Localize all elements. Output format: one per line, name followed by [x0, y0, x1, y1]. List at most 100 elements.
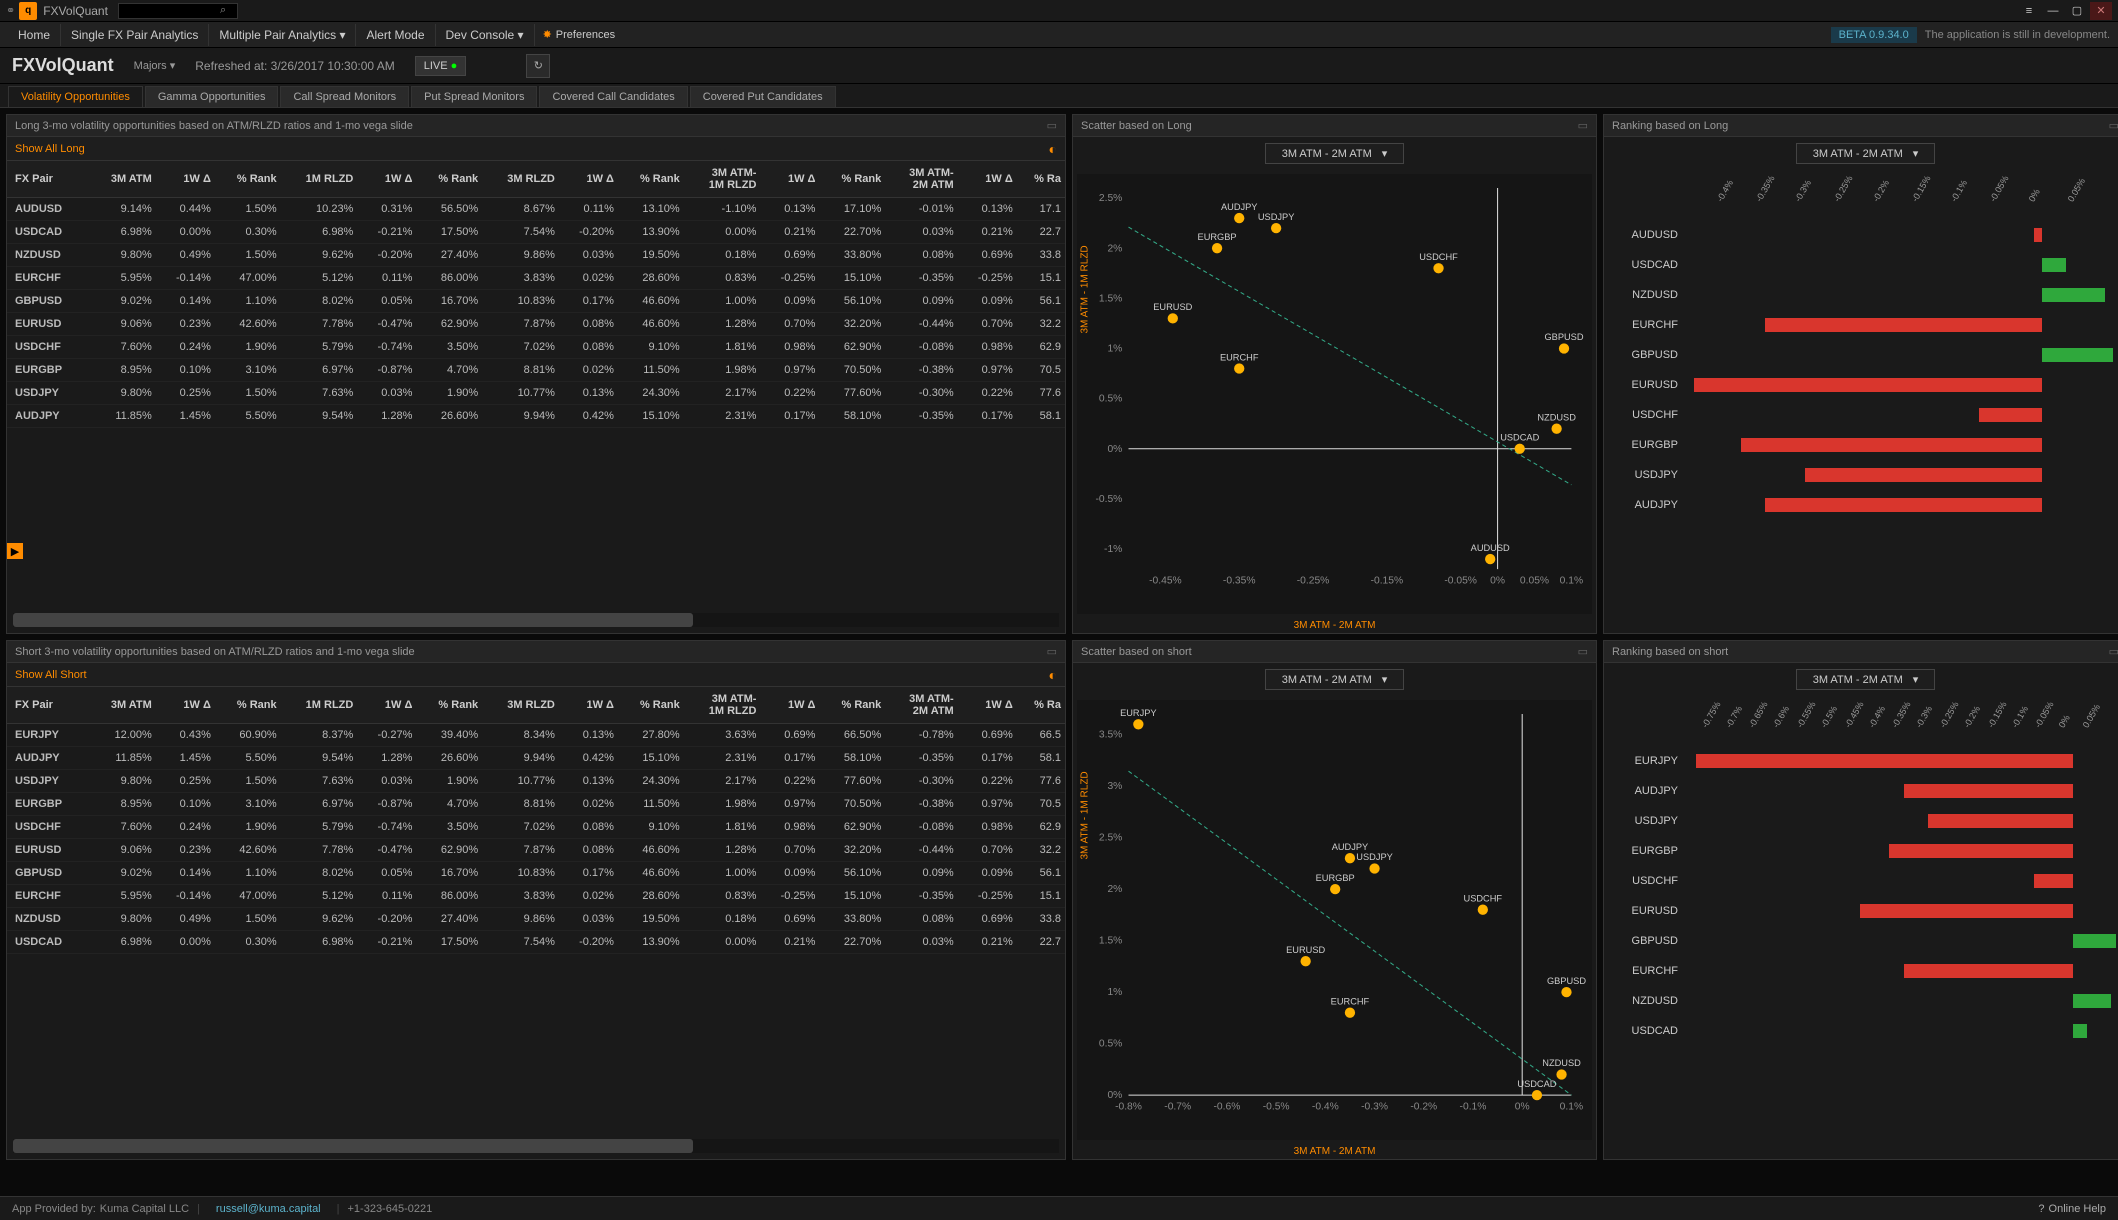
short-rank-chart[interactable]: EURJPYAUDJPYUSDJPYEURGBPUSDCHFEURUSDGBPU…	[1604, 736, 2118, 1159]
svg-text:USDCAD: USDCAD	[1500, 433, 1539, 443]
close-button[interactable]: ✕	[2090, 2, 2112, 20]
refresh-button[interactable]: ↻	[526, 54, 550, 78]
help-icon: ?	[2038, 1203, 2044, 1215]
metric-select[interactable]: 3M ATM - 2M ATM▾	[1796, 669, 1936, 690]
table-row[interactable]: EURGBP8.95%0.10%3.10%6.97%-0.87%4.70%8.8…	[7, 359, 1065, 382]
h-scrollbar[interactable]	[13, 613, 1059, 627]
short-table[interactable]: FX Pair3M ATM1W Δ% Rank1M RLZD1W Δ% Rank…	[7, 687, 1065, 954]
svg-text:-0.7%: -0.7%	[1164, 1102, 1191, 1113]
long-rank-chart[interactable]: AUDUSDUSDCADNZDUSDEURCHFGBPUSDEURUSDUSDC…	[1604, 210, 2118, 633]
table-row[interactable]: GBPUSD9.02%0.14%1.10%8.02%0.05%16.70%10.…	[7, 290, 1065, 313]
table-row[interactable]: EURUSD9.06%0.23%42.60%7.78%-0.47%62.90%7…	[7, 313, 1065, 336]
table-row[interactable]: USDJPY9.80%0.25%1.50%7.63%0.03%1.90%10.7…	[7, 382, 1065, 405]
table-row[interactable]: EURGBP8.95%0.10%3.10%6.97%-0.87%4.70%8.8…	[7, 793, 1065, 816]
maximize-icon[interactable]: ▭	[1047, 119, 1057, 132]
svg-text:-0.2%: -0.2%	[1410, 1102, 1437, 1113]
long-table[interactable]: FX Pair3M ATM1W Δ% Rank1M RLZD1W Δ% Rank…	[7, 161, 1065, 428]
long-scatter-chart[interactable]: 3M ATM - 1M RLZD-1%-0.5%0%0.5%1%1.5%2%2.…	[1077, 174, 1592, 614]
metric-select[interactable]: 3M ATM - 2M ATM▾	[1796, 143, 1936, 164]
workspace: Long 3-mo volatility opportunities based…	[0, 108, 2118, 1166]
maximize-icon[interactable]: ▭	[2109, 645, 2118, 658]
provider-label: App Provided by:	[12, 1203, 96, 1215]
clock-icon[interactable]: ◐	[1049, 667, 1057, 683]
table-row[interactable]: USDJPY9.80%0.25%1.50%7.63%0.03%1.90%10.7…	[7, 770, 1065, 793]
rank-row: USDCAD	[1610, 250, 2118, 280]
expand-arrow-icon[interactable]: ▶	[7, 543, 23, 559]
email-link[interactable]: russell@kuma.capital	[216, 1203, 321, 1215]
maximize-icon[interactable]: ▭	[2109, 119, 2118, 132]
table-row[interactable]: GBPUSD9.02%0.14%1.10%8.02%0.05%16.70%10.…	[7, 862, 1065, 885]
minimize-button[interactable]: —	[2042, 2, 2064, 20]
menu-multi[interactable]: Multiple Pair Analytics ▾	[209, 24, 356, 46]
rank-row: USDCHF	[1610, 400, 2118, 430]
table-row[interactable]: USDCHF7.60%0.24%1.90%5.79%-0.74%3.50%7.0…	[7, 336, 1065, 359]
table-row[interactable]: AUDJPY11.85%1.45%5.50%9.54%1.28%26.60%9.…	[7, 747, 1065, 770]
group-selector[interactable]: Majors ▾	[134, 59, 176, 72]
maximize-icon[interactable]: ▭	[1047, 645, 1057, 658]
menu-home[interactable]: Home	[8, 24, 61, 46]
panel-short-rank: Ranking based on short▭ 3M ATM - 2M ATM▾…	[1603, 640, 2118, 1160]
rank-row: GBPUSD	[1610, 926, 2118, 956]
table-row[interactable]: AUDUSD9.14%0.44%1.50%10.23%0.31%56.50%8.…	[7, 198, 1065, 221]
table-row[interactable]: EURJPY12.00%0.43%60.90%8.37%-0.27%39.40%…	[7, 724, 1065, 747]
live-badge[interactable]: LIVE ●	[415, 56, 467, 76]
rank-row: NZDUSD	[1610, 280, 2118, 310]
svg-text:0%: 0%	[1490, 576, 1505, 587]
svg-text:-0.35%: -0.35%	[1223, 576, 1256, 587]
table-row[interactable]: NZDUSD9.80%0.49%1.50%9.62%-0.20%27.40%9.…	[7, 908, 1065, 931]
svg-text:1.5%: 1.5%	[1099, 293, 1122, 304]
help-link[interactable]: ?Online Help	[2038, 1203, 2106, 1215]
svg-text:AUDJPY: AUDJPY	[1332, 842, 1369, 852]
metric-select[interactable]: 3M ATM - 2M ATM▾	[1265, 669, 1405, 690]
table-row[interactable]: NZDUSD9.80%0.49%1.50%9.62%-0.20%27.40%9.…	[7, 244, 1065, 267]
panel-title: Long 3-mo volatility opportunities based…	[15, 120, 413, 132]
clock-icon[interactable]: ◐	[1049, 141, 1057, 157]
tab-covered-put-candidates[interactable]: Covered Put Candidates	[690, 86, 836, 107]
search-icon[interactable]: ⌕	[220, 4, 226, 17]
svg-text:0.05%: 0.05%	[1520, 576, 1549, 587]
maximize-icon[interactable]: ▭	[1578, 645, 1588, 658]
svg-text:GBPUSD: GBPUSD	[1544, 332, 1583, 342]
panel-title: Ranking based on Long	[1612, 120, 1728, 132]
rank-row: EURGBP	[1610, 836, 2118, 866]
menu-preferences[interactable]: ✸ Preferences	[543, 28, 616, 41]
menu-alert[interactable]: Alert Mode	[356, 24, 435, 46]
maximize-button[interactable]: ▢	[2066, 2, 2088, 20]
svg-text:AUDUSD: AUDUSD	[1471, 543, 1510, 553]
panel-title: Scatter based on short	[1081, 646, 1192, 658]
table-row[interactable]: USDCAD6.98%0.00%0.30%6.98%-0.21%17.50%7.…	[7, 221, 1065, 244]
beta-badge: BETA 0.9.34.0	[1831, 27, 1917, 43]
svg-text:-0.5%: -0.5%	[1263, 1102, 1290, 1113]
table-row[interactable]: AUDJPY11.85%1.45%5.50%9.54%1.28%26.60%9.…	[7, 405, 1065, 428]
short-scatter-chart[interactable]: 3M ATM - 1M RLZD0%0.5%1%1.5%2%2.5%3%3.5%…	[1077, 700, 1592, 1140]
show-all-short-link[interactable]: Show All Short	[15, 669, 87, 681]
gear-icon: ✸	[543, 28, 552, 41]
tab-volatility-opportunities[interactable]: Volatility Opportunities	[8, 86, 143, 107]
maximize-icon[interactable]: ▭	[1578, 119, 1588, 132]
menu-bar: Home Single FX Pair Analytics Multiple P…	[0, 22, 2118, 48]
panel-short-scatter: Scatter based on short ▭ 3M ATM - 2M ATM▾…	[1072, 640, 1597, 1160]
table-row[interactable]: USDCHF7.60%0.24%1.90%5.79%-0.74%3.50%7.0…	[7, 816, 1065, 839]
svg-text:0.5%: 0.5%	[1099, 1039, 1122, 1050]
table-row[interactable]: EURUSD9.06%0.23%42.60%7.78%-0.47%62.90%7…	[7, 839, 1065, 862]
table-row[interactable]: EURCHF5.95%-0.14%47.00%5.12%0.11%86.00%3…	[7, 267, 1065, 290]
tab-covered-call-candidates[interactable]: Covered Call Candidates	[539, 86, 687, 107]
menu-icon[interactable]: ≡	[2018, 2, 2040, 20]
tab-gamma-opportunities[interactable]: Gamma Opportunities	[145, 86, 279, 107]
menu-single[interactable]: Single FX Pair Analytics	[61, 24, 209, 46]
svg-text:EURUSD: EURUSD	[1153, 302, 1192, 312]
rank-row: NZDUSD	[1610, 986, 2118, 1016]
tab-strip: Volatility OpportunitiesGamma Opportunit…	[0, 84, 2118, 108]
chevron-down-icon: ▾	[1913, 147, 1919, 160]
metric-select[interactable]: 3M ATM - 2M ATM▾	[1265, 143, 1405, 164]
tab-call-spread-monitors[interactable]: Call Spread Monitors	[280, 86, 409, 107]
svg-text:1.5%: 1.5%	[1099, 936, 1122, 947]
show-all-long-link[interactable]: Show All Long	[15, 143, 85, 155]
svg-text:AUDJPY: AUDJPY	[1221, 202, 1258, 212]
table-row[interactable]: EURCHF5.95%-0.14%47.00%5.12%0.11%86.00%3…	[7, 885, 1065, 908]
menu-dev[interactable]: Dev Console ▾	[436, 24, 535, 46]
table-row[interactable]: USDCAD6.98%0.00%0.30%6.98%-0.21%17.50%7.…	[7, 931, 1065, 954]
h-scrollbar[interactable]	[13, 1139, 1059, 1153]
rank-row: EURCHF	[1610, 310, 2118, 340]
tab-put-spread-monitors[interactable]: Put Spread Monitors	[411, 86, 537, 107]
